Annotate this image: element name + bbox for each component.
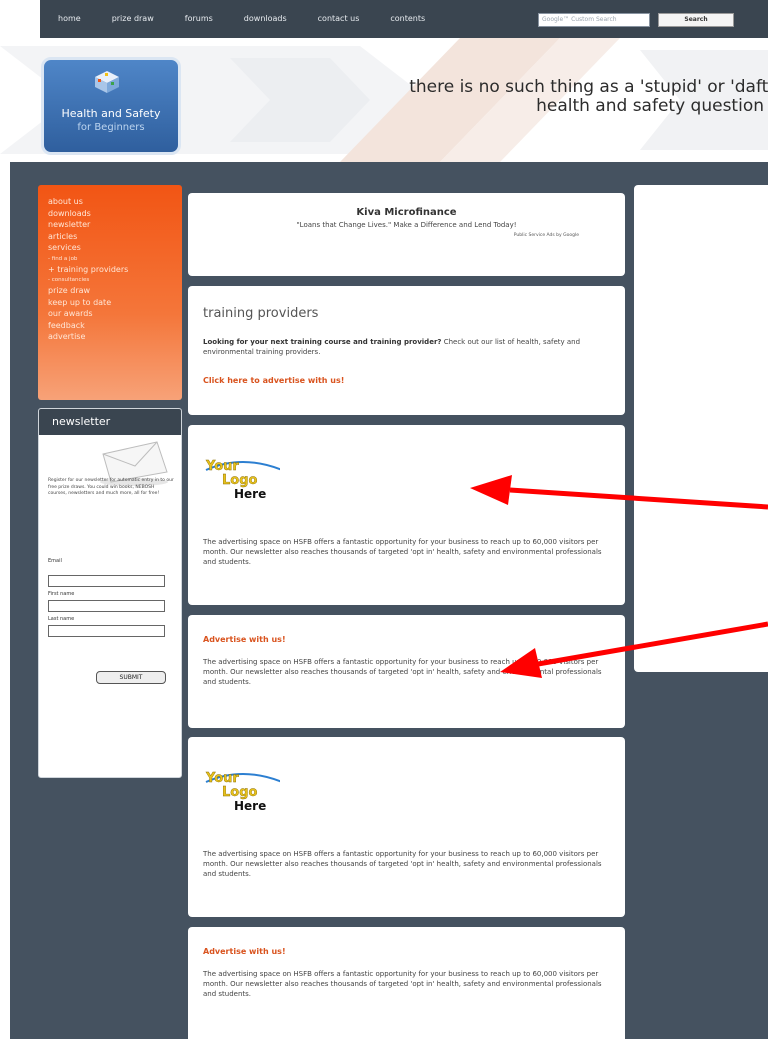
search-button[interactable]: Search <box>658 13 734 27</box>
logo-logo-text: Logo <box>222 785 258 800</box>
email-label: Email <box>48 558 62 564</box>
newsletter-panel: newsletter Register for our newsletter f… <box>38 408 182 778</box>
tagline-line2: health and safety question <box>536 96 764 116</box>
newsletter-title: newsletter <box>39 409 181 435</box>
training-intro-bold: Looking for your next training course an… <box>203 338 442 346</box>
logo-here-text: Here <box>234 799 266 812</box>
top-nav-bar: home prize draw forums downloads contact… <box>40 0 768 38</box>
sidebar-item-newsletter[interactable]: newsletter <box>48 219 182 231</box>
sidebar-menu: about us downloads newsletter articles s… <box>38 185 182 400</box>
sidebar-item-our-awards[interactable]: our awards <box>48 308 182 320</box>
training-providers-card: training providers Looking for your next… <box>188 286 625 415</box>
logo-cube-icon <box>95 71 119 93</box>
logo-subtitle: for Beginners <box>77 122 145 133</box>
training-intro: Looking for your next training course an… <box>203 337 615 357</box>
newsletter-description: Register for our newsletter for automati… <box>48 478 174 496</box>
advertise-heading[interactable]: Advertise with us! <box>203 635 286 644</box>
submit-button[interactable]: SUBMIT <box>96 671 166 684</box>
ad-card-logo-2: Your Logo Here The advertising space on … <box>188 737 625 917</box>
logo-here-text: Here <box>234 487 266 500</box>
advertise-heading[interactable]: Advertise with us! <box>203 947 286 956</box>
right-ad-panel <box>634 185 768 672</box>
kiva-ad-card[interactable]: Kiva Microfinance "Loans that Change Liv… <box>188 193 625 276</box>
sidebar-item-keep-up-to-date[interactable]: keep up to date <box>48 297 182 309</box>
tagline-line1: there is no such thing as a 'stupid' or … <box>409 77 768 97</box>
first-name-field[interactable] <box>48 600 165 612</box>
advertise-card-2: Advertise with us! The advertising space… <box>188 927 625 1039</box>
sidebar-item-consultancies[interactable]: - consultancies <box>48 275 182 285</box>
ad-text: The advertising space on HSFB offers a f… <box>203 538 602 566</box>
sidebar-item-downloads[interactable]: downloads <box>48 208 182 220</box>
kiva-subtitle: "Loans that Change Lives." Make a Differ… <box>296 221 517 229</box>
logo-your-text: Your <box>205 459 239 474</box>
first-name-label: First name <box>48 591 75 597</box>
sidebar-item-advertise[interactable]: advertise <box>48 331 182 343</box>
sidebar-item-services[interactable]: services <box>48 242 182 254</box>
logo-your-text: Your <box>205 771 239 786</box>
main-content-area: about us downloads newsletter articles s… <box>10 162 768 1039</box>
email-field[interactable] <box>48 575 165 587</box>
page-title: training providers <box>203 306 319 321</box>
search-input[interactable]: Google™ Custom Search <box>538 13 650 27</box>
sidebar-item-find-a-job[interactable]: - find a job <box>48 254 182 264</box>
sidebar-item-articles[interactable]: articles <box>48 231 182 243</box>
sidebar-item-training-providers[interactable]: + training providers <box>48 264 182 276</box>
nav-prize-draw[interactable]: prize draw <box>112 14 154 23</box>
nav-home[interactable]: home <box>58 14 81 23</box>
last-name-label: Last name <box>48 616 75 622</box>
top-nav: home prize draw forums downloads contact… <box>58 14 456 23</box>
nav-downloads[interactable]: downloads <box>244 14 287 23</box>
nav-contents[interactable]: contents <box>390 14 425 23</box>
nav-forums[interactable]: forums <box>185 14 213 23</box>
ad-text: The advertising space on HSFB offers a f… <box>203 658 602 686</box>
ad-text: The advertising space on HSFB offers a f… <box>203 970 602 998</box>
ad-card-logo-1: Your Logo Here The advertising space on … <box>188 425 625 605</box>
last-name-field[interactable] <box>48 625 165 637</box>
logo-logo-text: Logo <box>222 473 258 488</box>
advertise-card-1: Advertise with us! The advertising space… <box>188 615 625 728</box>
sidebar-item-about-us[interactable]: about us <box>48 196 182 208</box>
site-header: Health and Safety for Beginners there is… <box>0 38 768 162</box>
ads-attribution[interactable]: Public Service Ads by Google <box>514 233 579 238</box>
ad-text: The advertising space on HSFB offers a f… <box>203 850 602 878</box>
sidebar-item-feedback[interactable]: feedback <box>48 320 182 332</box>
site-logo[interactable]: Health and Safety for Beginners <box>41 57 181 155</box>
your-logo-here-icon: Your Logo Here <box>205 771 280 812</box>
sidebar-item-prize-draw[interactable]: prize draw <box>48 285 182 297</box>
logo-title: Health and Safety <box>61 107 161 120</box>
nav-contact-us[interactable]: contact us <box>318 14 360 23</box>
advertise-link[interactable]: Click here to advertise with us! <box>203 376 344 385</box>
your-logo-here-icon: Your Logo Here <box>205 459 280 500</box>
kiva-title[interactable]: Kiva Microfinance <box>188 207 625 218</box>
